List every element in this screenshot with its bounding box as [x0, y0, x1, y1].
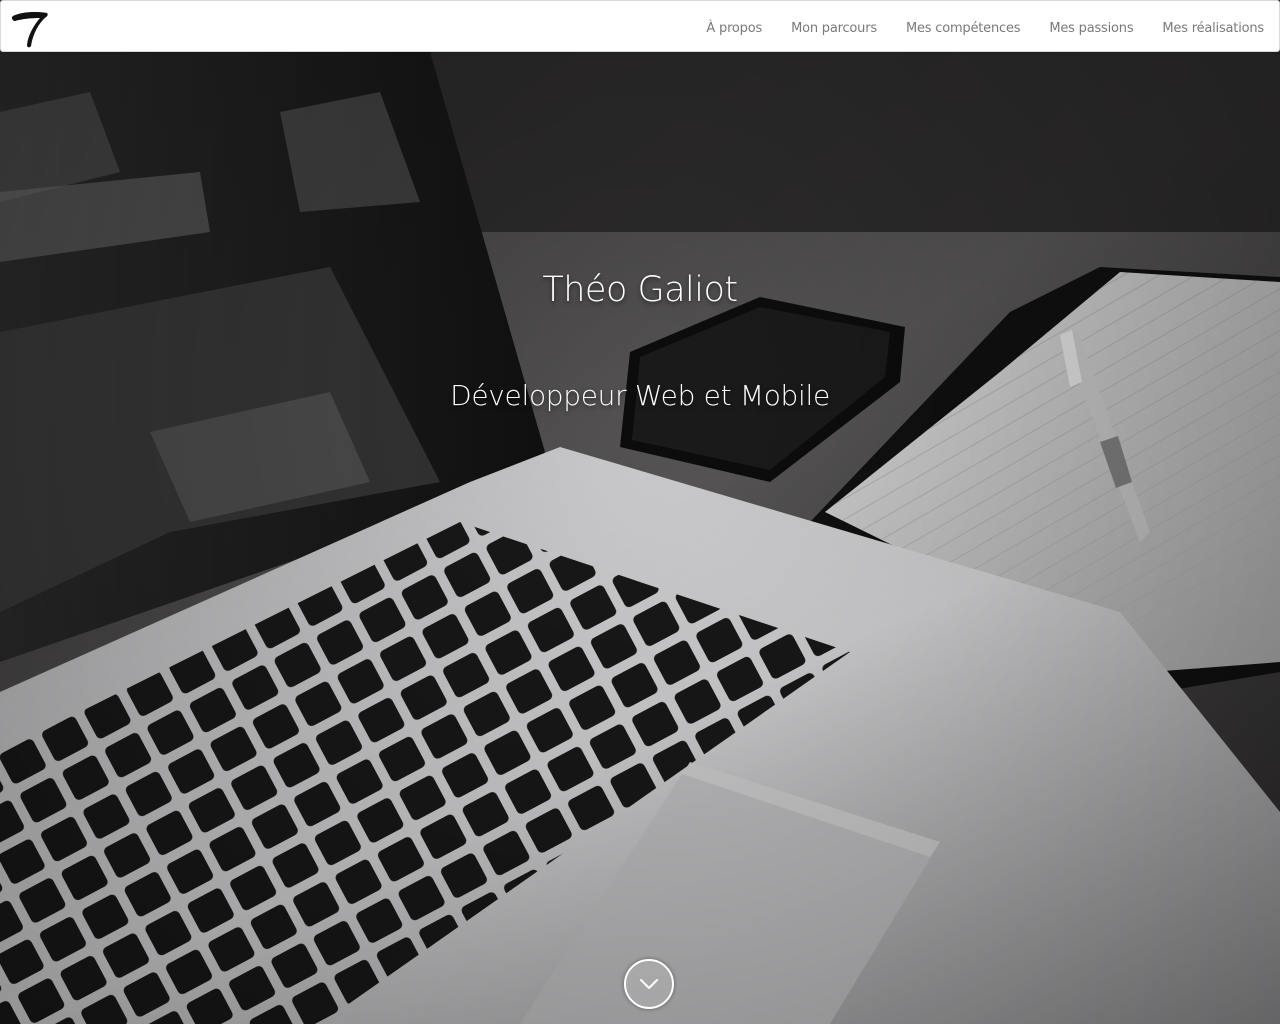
nav-link-mes-competences[interactable]: Mes compétences	[906, 21, 1021, 36]
nav-link-a-propos[interactable]: À propos	[706, 21, 762, 36]
page: À propos Mon parcours Mes compétences Me…	[0, 0, 1280, 1024]
nav-menu: À propos Mon parcours Mes compétences Me…	[677, 1, 1264, 51]
scroll-down-button[interactable]	[624, 959, 674, 1009]
hero-subtitle: Développeur Web et Mobile	[450, 379, 830, 412]
nav-item-mes-passions: Mes passions	[1049, 17, 1133, 36]
nav-item-mon-parcours: Mon parcours	[791, 17, 877, 36]
hero-title: Théo Galiot	[542, 270, 738, 310]
navbar: À propos Mon parcours Mes compétences Me…	[0, 0, 1280, 52]
hero-section: Théo Galiot Développeur Web et Mobile	[0, 52, 1280, 1024]
nav-item-mes-competences: Mes compétences	[906, 17, 1021, 36]
hero-overlay	[0, 52, 1280, 1024]
chevron-down-icon	[640, 979, 658, 989]
nav-item-mes-realisations: Mes réalisations	[1162, 17, 1264, 36]
nav-item-a-propos: À propos	[706, 17, 762, 36]
site-logo[interactable]	[9, 7, 51, 49]
nav-link-mon-parcours[interactable]: Mon parcours	[791, 21, 877, 36]
nav-link-mes-realisations[interactable]: Mes réalisations	[1162, 21, 1264, 36]
nav-link-mes-passions[interactable]: Mes passions	[1049, 21, 1133, 36]
